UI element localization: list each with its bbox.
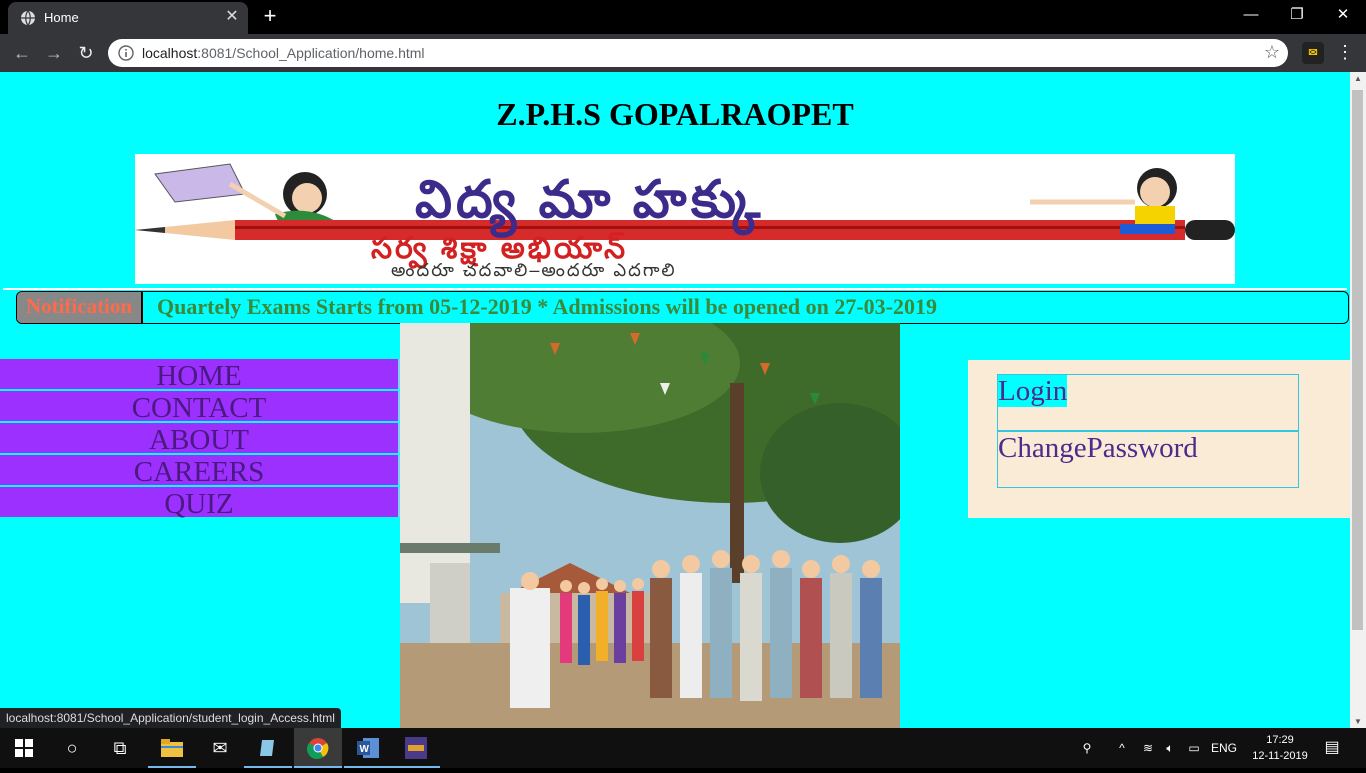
url-path: :8081/School_Application/home.html xyxy=(197,45,425,61)
login-panel: Login ChangePassword xyxy=(968,360,1350,518)
chrome-app-icon[interactable] xyxy=(294,728,342,768)
browser-tab-strip: Home ✕ + — ❐ ✕ xyxy=(0,0,1366,34)
login-link-text[interactable]: Login xyxy=(998,375,1068,407)
sarva-shiksha-banner-image: విద్య మా హక్కు సర్వ శిక్షా అభియాన్ అందరూ… xyxy=(135,154,1235,284)
file-explorer-icon[interactable] xyxy=(148,728,196,768)
search-icon[interactable]: ○ xyxy=(48,728,96,768)
nav-item-careers[interactable]: CAREERS xyxy=(0,455,400,488)
nav-item-contact[interactable]: CONTACT xyxy=(0,391,400,424)
scroll-down-arrow-icon[interactable]: ▼ xyxy=(1354,717,1362,726)
clock-time: 17:29 xyxy=(1266,734,1294,746)
browser-toolbar: ← → ↻ localhost:8081/School_Application/… xyxy=(0,34,1366,72)
svg-text:W: W xyxy=(360,744,370,755)
battery-icon[interactable]: ▭ xyxy=(1184,728,1204,768)
forward-icon[interactable]: → xyxy=(42,42,66,64)
volume-icon[interactable]: 🔈︎ xyxy=(1160,728,1180,768)
school-assembly-photo xyxy=(400,323,900,728)
clock-date: 12-11-2019 xyxy=(1252,750,1308,762)
nav-item-about[interactable]: ABOUT xyxy=(0,423,400,456)
taskbar-clock[interactable]: 17:29 12-11-2019 xyxy=(1248,732,1312,764)
back-icon[interactable]: ← xyxy=(10,42,34,64)
school-name-heading: Z.P.H.S GOPALRAOPET xyxy=(496,96,854,132)
windows-taskbar: ○ ⧉ ✉ W ⚲ ^ ≋ 🔈︎ ▭ ENG 17:29 12-11-2019 … xyxy=(0,728,1366,768)
page-scrollbar[interactable]: ▲ ▼ xyxy=(1350,72,1366,728)
language-indicator[interactable]: ENG xyxy=(1208,728,1240,768)
globe-icon xyxy=(21,10,35,26)
url-host: localhost xyxy=(142,45,198,61)
url-text: localhost:8081/School_Application/home.h… xyxy=(142,45,425,61)
notification-text: Quartely Exams Starts from 05-12-2019 * … xyxy=(157,294,937,319)
start-button[interactable] xyxy=(0,728,48,768)
task-view-icon[interactable]: ⧉ xyxy=(96,728,144,768)
change-password-link[interactable]: ChangePassword xyxy=(997,431,1299,488)
scroll-up-arrow-icon[interactable]: ▲ xyxy=(1354,74,1362,83)
mail-icon[interactable]: ✉ xyxy=(196,728,244,768)
address-bar[interactable]: localhost:8081/School_Application/home.h… xyxy=(108,39,1288,67)
scrollbar-thumb[interactable] xyxy=(1352,90,1363,630)
wifi-icon[interactable]: ≋ xyxy=(1138,728,1158,768)
link-status-tooltip: localhost:8081/School_Application/studen… xyxy=(0,708,341,729)
minimize-button[interactable]: — xyxy=(1228,4,1274,28)
people-icon[interactable]: ⚲ xyxy=(1076,728,1098,768)
nav-item-home[interactable]: HOME xyxy=(0,359,400,392)
new-tab-button[interactable]: + xyxy=(258,5,282,29)
page-header: Z.P.H.S GOPALRAOPET విద్య మా హక్కు సర్వ … xyxy=(3,74,1347,290)
info-icon[interactable] xyxy=(118,45,134,61)
banner-tagline: అందరూ చదవాలి–అందరూ ఎదగాలి xyxy=(391,260,677,280)
change-password-link-text[interactable]: ChangePassword xyxy=(998,432,1198,464)
show-hidden-icons-chevron-icon[interactable]: ^ xyxy=(1112,728,1132,768)
tab-close-icon[interactable]: ✕ xyxy=(222,7,242,27)
action-center-icon[interactable]: ▤ xyxy=(1318,728,1346,768)
tab-title: Home xyxy=(44,10,79,25)
extension-icon[interactable]: ✉ xyxy=(1302,42,1324,64)
window-close-button[interactable]: ✕ xyxy=(1320,4,1366,28)
notification-marquee: Notification Quartely Exams Starts from … xyxy=(16,291,1349,324)
browser-tab-home[interactable]: Home ✕ xyxy=(8,2,248,34)
notepad-app-icon[interactable] xyxy=(244,728,292,768)
reload-icon[interactable]: ↻ xyxy=(74,42,98,64)
game-app-icon[interactable] xyxy=(392,728,440,768)
boy-pointing-illustration xyxy=(1030,168,1177,234)
login-link[interactable]: Login xyxy=(997,374,1299,431)
nav-item-quiz[interactable]: QUIZ xyxy=(0,487,400,520)
bookmark-star-icon[interactable]: ☆ xyxy=(1264,42,1280,63)
page-viewport: Z.P.H.S GOPALRAOPET విద్య మా హక్కు సర్వ … xyxy=(0,72,1350,728)
word-app-icon[interactable]: W xyxy=(344,728,392,768)
windows-logo-icon xyxy=(15,739,33,757)
restore-button[interactable]: ❐ xyxy=(1274,4,1320,28)
main-nav-menu: HOME CONTACT ABOUT CAREERS QUIZ xyxy=(0,359,400,520)
notification-label: Notification xyxy=(17,292,143,323)
browser-menu-icon[interactable]: ⋮ xyxy=(1336,42,1354,64)
